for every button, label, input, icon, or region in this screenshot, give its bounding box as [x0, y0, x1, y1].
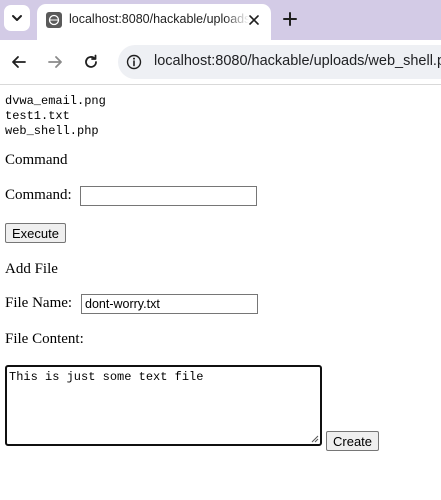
file-item: dvwa_email.png [5, 94, 106, 108]
file-content-text: This is just some text file [9, 370, 204, 384]
tab-strip: localhost:8080/hackable/uploads/web_shel… [0, 0, 441, 40]
new-tab-button[interactable] [278, 7, 302, 31]
reload-button[interactable] [79, 50, 103, 74]
file-name-label: File Name: [5, 295, 73, 311]
file-content-label: File Content: [5, 331, 84, 347]
browser-tab-active[interactable]: localhost:8080/hackable/uploads/web_shel… [37, 4, 271, 40]
resize-grip-icon[interactable] [311, 435, 319, 443]
file-content-textarea[interactable]: This is just some text file [5, 365, 322, 446]
execute-button[interactable]: Execute [5, 223, 66, 243]
create-button[interactable]: Create [326, 431, 380, 451]
close-icon [249, 15, 259, 25]
page-content: dvwa_email.png test1.txt web_shell.php C… [0, 85, 441, 500]
back-arrow-icon [12, 56, 26, 68]
command-heading: Command [5, 152, 68, 168]
reload-icon [85, 54, 97, 68]
chevron-down-icon [12, 15, 22, 21]
file-list: dvwa_email.png test1.txt web_shell.php [5, 94, 106, 139]
forward-arrow-icon [48, 56, 62, 68]
command-input[interactable] [80, 186, 257, 206]
back-button[interactable] [7, 50, 31, 74]
file-item: test1.txt [5, 109, 70, 123]
tab-list-button[interactable] [4, 5, 30, 31]
command-label: Command: [5, 187, 72, 203]
url-text: localhost:8080/hackable/uploads/web_shel… [154, 53, 441, 69]
tab-close-button[interactable] [244, 10, 264, 30]
file-name-input[interactable]: dont-worry.txt [81, 294, 258, 314]
browser-toolbar: localhost:8080/hackable/uploads/web_shel… [0, 40, 441, 85]
add-file-heading: Add File [5, 261, 58, 277]
tab-title: localhost:8080/hackable/uploads/web_shel… [69, 12, 249, 26]
site-info-button[interactable] [122, 50, 146, 74]
address-bar[interactable]: localhost:8080/hackable/uploads/web_shel… [118, 45, 441, 79]
file-item: web_shell.php [5, 124, 99, 138]
globe-icon [46, 12, 62, 28]
info-icon [126, 54, 142, 70]
plus-icon [283, 12, 297, 26]
forward-button[interactable] [43, 50, 67, 74]
